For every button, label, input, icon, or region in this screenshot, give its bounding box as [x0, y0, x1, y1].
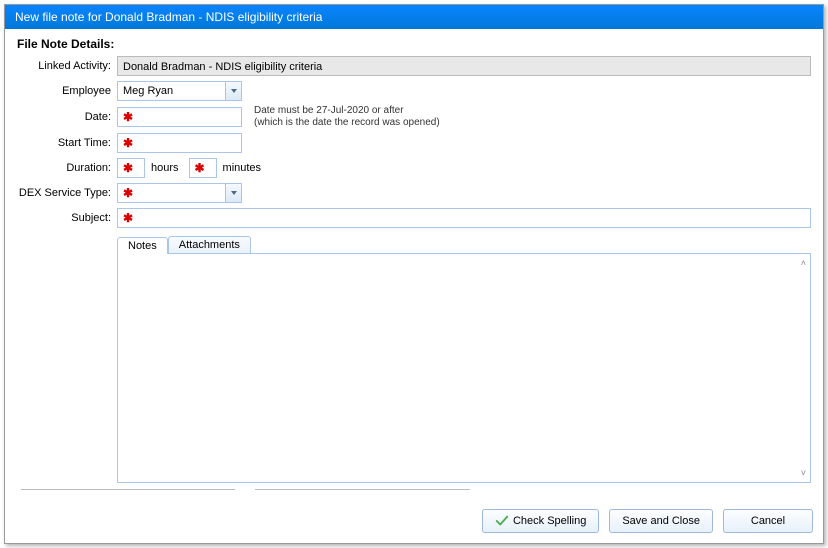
- footer-buttons: Check Spelling Save and Close Cancel: [5, 501, 823, 543]
- label-linked-activity: Linked Activity:: [17, 60, 117, 72]
- employee-dropdown[interactable]: Meg Ryan: [117, 81, 242, 101]
- check-spelling-button[interactable]: Check Spelling: [482, 509, 599, 533]
- section-title: File Note Details:: [17, 37, 811, 51]
- file-note-window: New file note for Donald Bradman - NDIS …: [4, 4, 824, 544]
- required-icon: ✱: [123, 186, 133, 200]
- date-hint: Date must be 27-Jul-2020 or after (which…: [254, 105, 440, 129]
- cancel-button[interactable]: Cancel: [723, 509, 813, 533]
- chevron-down-icon: [231, 191, 237, 195]
- row-dex-service-type: DEX Service Type: ✱: [17, 182, 811, 204]
- date-hint-line2: (which is the date the record was opened…: [254, 117, 440, 129]
- save-and-close-button[interactable]: Save and Close: [609, 509, 713, 533]
- required-icon: ✱: [123, 136, 133, 150]
- cancel-label: Cancel: [751, 515, 785, 527]
- duration-minutes-input[interactable]: ✱: [189, 158, 217, 178]
- divider-segment: [255, 489, 469, 491]
- label-hours: hours: [151, 162, 179, 174]
- tab-attachments[interactable]: Attachments: [168, 236, 251, 253]
- date-hint-line1: Date must be 27-Jul-2020 or after: [254, 105, 440, 117]
- duration-hours-input[interactable]: ✱: [117, 158, 145, 178]
- row-start-time: Start Time: ✱: [17, 132, 811, 154]
- divider-segment: [21, 489, 235, 491]
- check-spelling-label: Check Spelling: [513, 515, 586, 527]
- row-date: Date: ✱ Date must be 27-Jul-2020 or afte…: [17, 105, 811, 129]
- tab-strip: Notes Attachments: [117, 236, 811, 253]
- save-and-close-label: Save and Close: [622, 515, 700, 527]
- window-title-bar: New file note for Donald Bradman - NDIS …: [5, 5, 823, 29]
- dex-dropdown-button[interactable]: [225, 184, 241, 202]
- row-employee: Employee Meg Ryan: [17, 80, 811, 102]
- date-input[interactable]: ✱: [117, 107, 242, 127]
- dex-service-type-dropdown[interactable]: ✱: [117, 183, 242, 203]
- check-icon: [495, 514, 509, 528]
- label-employee: Employee: [17, 85, 117, 97]
- employee-dropdown-button[interactable]: [225, 82, 241, 100]
- label-date: Date:: [17, 111, 117, 123]
- label-start-time: Start Time:: [17, 137, 117, 149]
- label-minutes: minutes: [223, 162, 262, 174]
- employee-value: Meg Ryan: [123, 85, 173, 97]
- start-time-input[interactable]: ✱: [117, 133, 242, 153]
- linked-activity-value: Donald Bradman - NDIS eligibility criter…: [117, 56, 811, 76]
- label-subject: Subject:: [17, 212, 117, 224]
- row-duration: Duration: ✱ hours ✱ minutes: [17, 157, 811, 179]
- content-area: File Note Details: Linked Activity: Dona…: [5, 29, 823, 501]
- scroll-down-icon[interactable]: ˅: [801, 468, 806, 478]
- required-icon: ✱: [123, 110, 133, 124]
- scroll-up-icon[interactable]: ˄: [801, 258, 806, 268]
- window-title: New file note for Donald Bradman - NDIS …: [15, 10, 322, 24]
- subject-input[interactable]: ✱: [117, 208, 811, 228]
- tab-notes[interactable]: Notes: [117, 237, 168, 254]
- label-duration: Duration:: [17, 162, 117, 174]
- row-subject: Subject: ✱: [17, 207, 811, 229]
- tabs-container: Notes Attachments ˄ ˅: [117, 236, 811, 483]
- required-icon: ✱: [123, 161, 133, 175]
- label-dex-service-type: DEX Service Type:: [17, 187, 117, 199]
- required-icon: ✱: [123, 211, 133, 225]
- row-linked-activity: Linked Activity: Donald Bradman - NDIS e…: [17, 55, 811, 77]
- notes-textarea[interactable]: ˄ ˅: [117, 253, 811, 483]
- chevron-down-icon: [231, 89, 237, 93]
- required-icon: ✱: [195, 161, 205, 175]
- divider: [17, 489, 811, 491]
